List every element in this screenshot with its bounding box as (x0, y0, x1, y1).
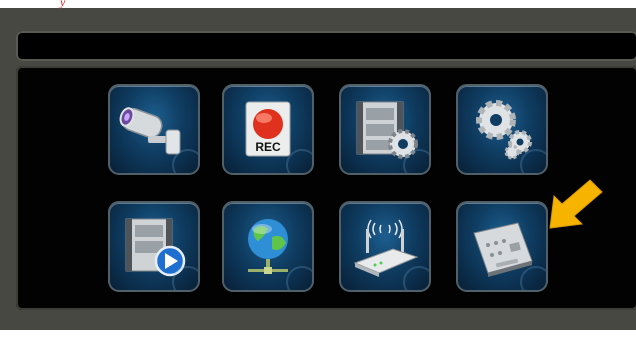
network-globe-icon (248, 219, 288, 274)
video-settings-icon (356, 101, 418, 159)
video-settings-tile-button[interactable] (339, 84, 431, 175)
record-icon: REC (245, 101, 291, 157)
settings-tile-button[interactable] (456, 84, 548, 175)
wifi-router-icon (353, 219, 419, 277)
video-playback-icon (125, 218, 186, 277)
top-strip: y (0, 0, 636, 9)
playback-tile-button[interactable] (108, 201, 200, 292)
yellow-arrow-icon (549, 179, 603, 229)
camera-tile-button[interactable] (108, 84, 200, 175)
network-tile-button[interactable] (222, 201, 314, 292)
title-bar (16, 31, 636, 61)
gears-icon (476, 100, 532, 160)
cctv-camera-icon (119, 107, 181, 155)
record-tile-button[interactable]: REC (222, 84, 314, 175)
storage-tile-button[interactable] (456, 201, 548, 292)
bottom-strip (0, 330, 636, 343)
rec-caption: REC (255, 140, 281, 154)
hard-drive-icon (473, 222, 533, 277)
header-mark: y (60, 0, 66, 9)
wireless-tile-button[interactable] (339, 201, 431, 292)
